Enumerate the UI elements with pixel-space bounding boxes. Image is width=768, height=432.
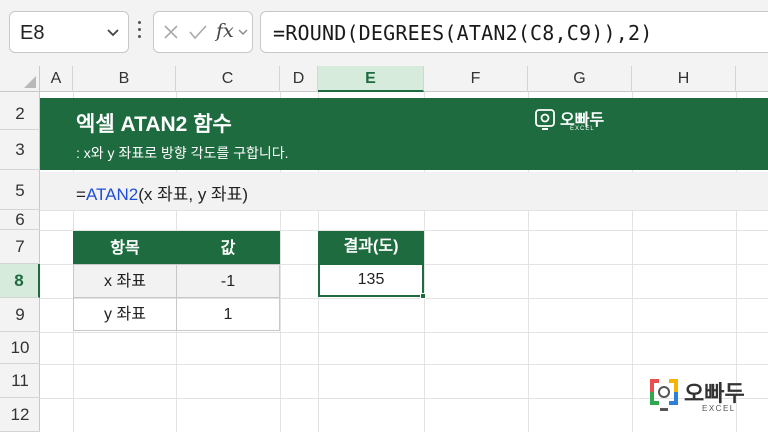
row-header-12[interactable]: 12 — [0, 398, 40, 432]
table-header-value[interactable]: 값 — [176, 231, 280, 265]
formula-input[interactable]: =ROUND(DEGREES(ATAN2(C8,C9)),2) — [260, 11, 768, 53]
column-headers: A B C D E F G H — [40, 66, 768, 92]
row-header-7[interactable]: 7 — [0, 230, 40, 264]
name-box[interactable]: E8 — [9, 11, 129, 53]
row-header-6[interactable]: 6 — [0, 210, 40, 230]
row-header-2[interactable]: 2 — [0, 98, 40, 130]
chevron-down-icon[interactable] — [237, 26, 249, 38]
column-header-a[interactable]: A — [40, 66, 73, 92]
page-title: 엑셀 ATAN2 함수 — [76, 113, 232, 136]
title-banner: 엑셀 ATAN2 함수 : x와 y 좌표로 방향 각도를 구합니다. 오빠두 … — [40, 98, 768, 170]
column-header-d[interactable]: D — [280, 66, 318, 92]
chevron-down-icon[interactable] — [104, 23, 122, 41]
column-header-b[interactable]: B — [73, 66, 176, 92]
row-header-10[interactable]: 10 — [0, 332, 40, 364]
insert-function-icon[interactable]: fx — [216, 20, 234, 42]
formula-text: =ROUND(DEGREES(ATAN2(C8,C9)),2) — [273, 21, 653, 45]
name-box-value: E8 — [20, 22, 45, 44]
row-header-5[interactable]: 5 — [0, 172, 40, 210]
result-cell-e8[interactable]: 135 — [318, 263, 424, 297]
column-header-c[interactable]: C — [176, 66, 280, 92]
column-header-f[interactable]: F — [424, 66, 528, 92]
enter-check-icon[interactable] — [188, 23, 208, 41]
column-header-e[interactable]: E — [318, 66, 424, 92]
column-header-h[interactable]: H — [632, 66, 736, 92]
logo-icon — [535, 109, 555, 130]
cancel-icon[interactable] — [162, 23, 180, 41]
select-all-corner[interactable] — [0, 66, 40, 92]
row-header-8[interactable]: 8 — [0, 264, 40, 298]
formula-function: ATAN2 — [85, 185, 139, 204]
formula-bar-area: E8 fx =ROUND(DEGREES(ATAN2(C8,C9)),2) — [0, 0, 768, 66]
row-headers: 2 3 5 6 7 8 9 10 11 12 — [0, 92, 40, 432]
banner-logo: 오빠두 EXCEL — [534, 106, 624, 136]
column-header-g[interactable]: G — [528, 66, 632, 92]
result-header[interactable]: 결과(도) — [318, 231, 424, 263]
table-row-y-label[interactable]: y 좌표 — [73, 297, 177, 331]
table-header-item[interactable]: 항목 — [73, 231, 177, 265]
table-row-x-value[interactable]: -1 — [176, 264, 280, 298]
table-row-y-value[interactable]: 1 — [176, 297, 280, 331]
more-options-icon[interactable] — [137, 21, 143, 45]
row-header-3[interactable]: 3 — [0, 130, 40, 170]
logo-icon — [650, 379, 678, 411]
formula-prefix: = — [76, 185, 86, 204]
row-header-9[interactable]: 9 — [0, 298, 40, 332]
formula-example-row: =ATAN2(x 좌표, y 좌표) — [40, 172, 768, 210]
formula-args: (x 좌표, y 좌표) — [138, 185, 248, 204]
corner-logo-sub: EXCEL — [702, 404, 736, 413]
formula-controls: fx — [153, 11, 253, 53]
banner-logo-sub: EXCEL — [570, 126, 595, 132]
fill-handle[interactable] — [420, 293, 426, 299]
formula-example[interactable]: =ATAN2(x 좌표, y 좌표) — [76, 180, 248, 205]
row-header-11[interactable]: 11 — [0, 364, 40, 398]
corner-logo: 오빠두 EXCEL — [648, 374, 758, 418]
page-subtitle: : x와 y 좌표로 방향 각도를 구합니다. — [76, 145, 289, 161]
table-row-x-label[interactable]: x 좌표 — [73, 264, 177, 298]
